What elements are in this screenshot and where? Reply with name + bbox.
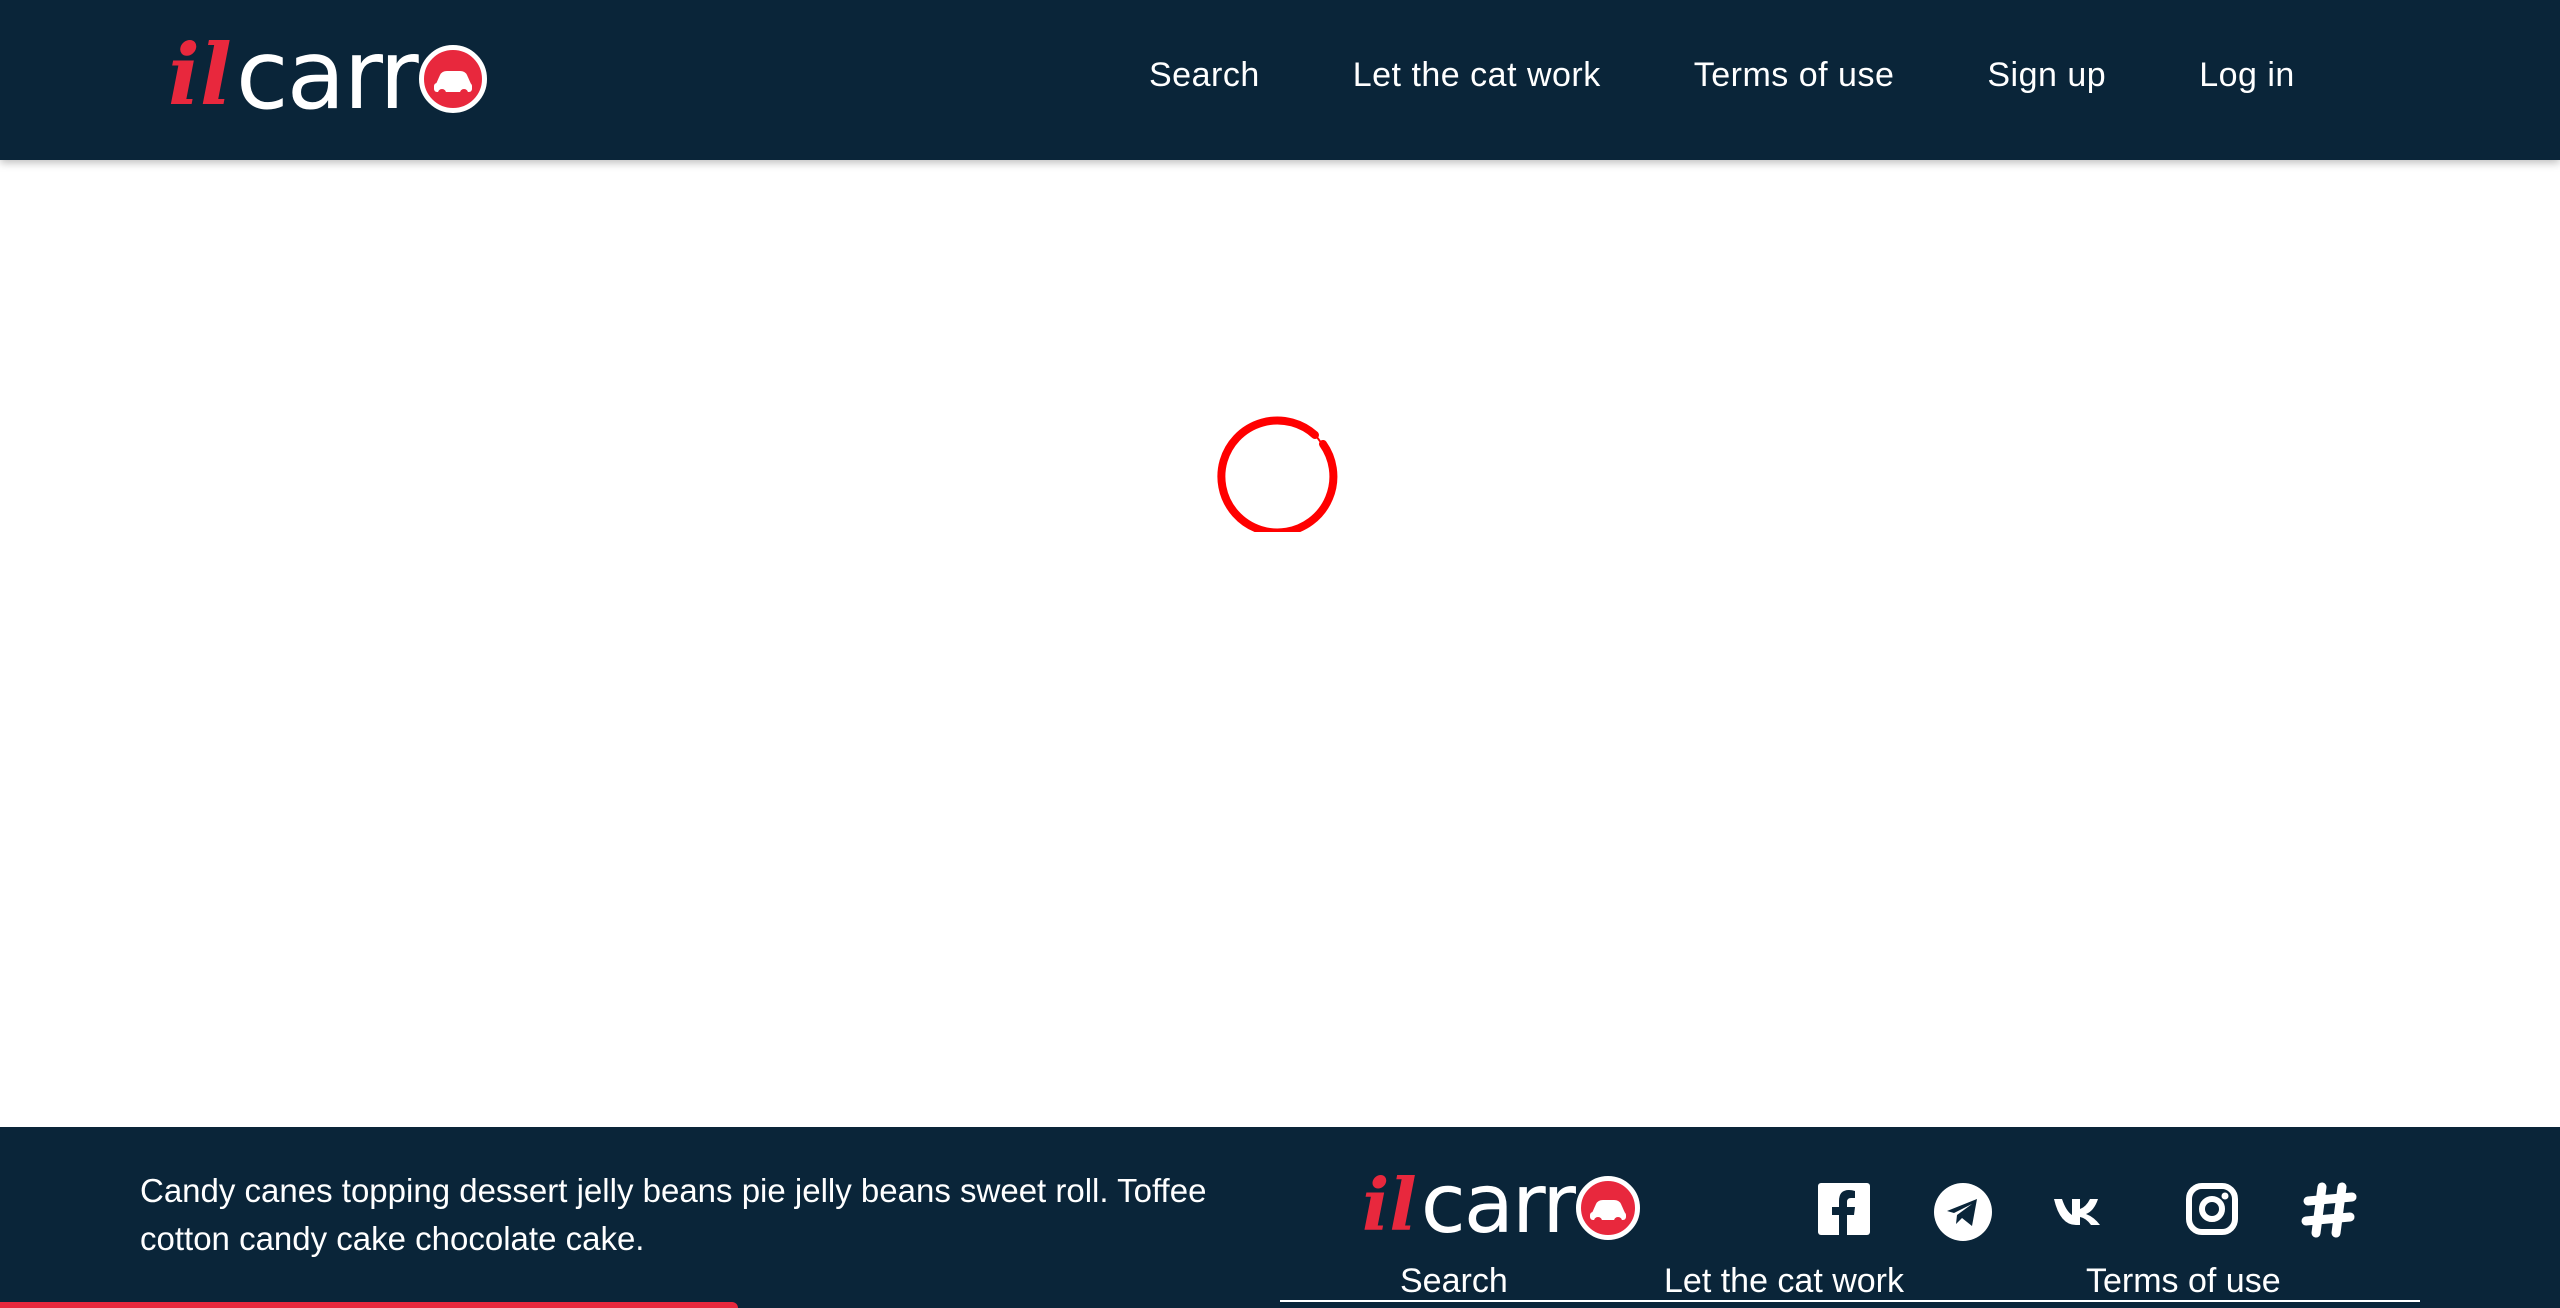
- facebook-icon[interactable]: [1818, 1183, 1870, 1235]
- car-icon: [418, 45, 487, 113]
- logo[interactable]: il carr: [168, 19, 487, 131]
- loading-spinner-icon: [1215, 406, 1341, 537]
- telegram-icon[interactable]: [1934, 1183, 1992, 1241]
- footer-nav-let-the-cat-work[interactable]: Let the cat work: [1664, 1262, 1904, 1301]
- footer-nav: Search Let the cat work Terms of use: [0, 1262, 2560, 1302]
- hashtag-icon[interactable]: [2300, 1181, 2358, 1239]
- footer-accent-bar: [0, 1302, 738, 1308]
- instagram-icon[interactable]: [2186, 1183, 2238, 1235]
- car-icon: [1576, 1176, 1641, 1240]
- footer-nav-search[interactable]: Search: [1400, 1262, 1508, 1301]
- footer-description: Candy canes topping dessert jelly beans …: [140, 1172, 1207, 1257]
- nav-log-in[interactable]: Log in: [2199, 56, 2295, 95]
- footer-logo[interactable]: il carr: [1362, 1157, 1641, 1252]
- logo-prefix: il: [1362, 1162, 1417, 1247]
- nav-sign-up[interactable]: Sign up: [1987, 56, 2106, 95]
- nav-let-the-cat-work[interactable]: Let the cat work: [1353, 56, 1601, 95]
- logo-prefix: il: [168, 25, 232, 124]
- logo-word: carr: [235, 19, 419, 131]
- footer-nav-terms-of-use[interactable]: Terms of use: [2086, 1262, 2281, 1301]
- footer-divider: [1280, 1300, 2420, 1302]
- main-nav: Search Let the cat work Terms of use Sig…: [1149, 56, 2295, 95]
- logo-word: carr: [1420, 1157, 1576, 1252]
- header: il carr Search Let the cat work Terms of…: [0, 0, 2560, 160]
- nav-search[interactable]: Search: [1149, 56, 1260, 95]
- nav-terms-of-use[interactable]: Terms of use: [1694, 56, 1895, 95]
- vk-icon[interactable]: [2052, 1197, 2104, 1227]
